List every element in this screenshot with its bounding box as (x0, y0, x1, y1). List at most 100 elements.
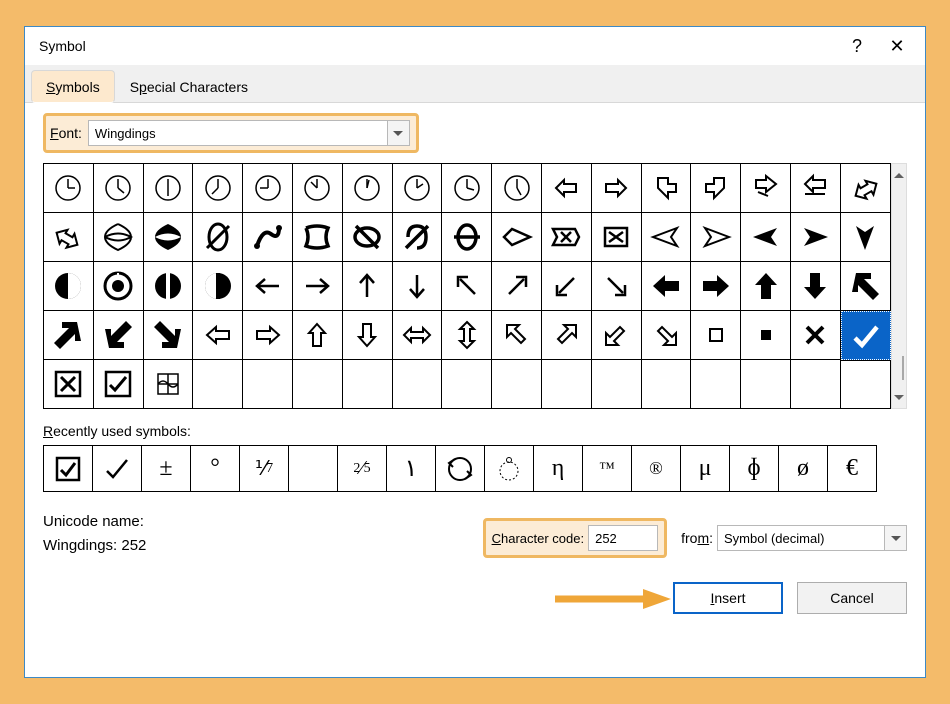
symbol-cell[interactable] (791, 164, 841, 213)
grid-scrollbar[interactable] (891, 163, 907, 409)
symbol-cell[interactable] (741, 262, 791, 311)
symbol-cell[interactable] (243, 213, 293, 262)
symbol-cell[interactable] (94, 213, 144, 262)
symbol-cell[interactable] (542, 164, 592, 213)
close-button[interactable]: ✕ (877, 27, 917, 65)
symbol-cell[interactable] (393, 164, 443, 213)
symbol-cell[interactable] (144, 213, 194, 262)
character-code-input[interactable]: 252 (588, 525, 658, 551)
symbol-cell[interactable] (642, 311, 692, 360)
symbol-cell[interactable] (442, 213, 492, 262)
symbol-grid[interactable] (43, 163, 891, 409)
recent-symbol[interactable] (289, 446, 338, 491)
symbol-cell[interactable] (144, 262, 194, 311)
symbol-cell[interactable] (442, 262, 492, 311)
tab-symbols[interactable]: Symbols (31, 70, 115, 103)
symbol-cell[interactable] (592, 164, 642, 213)
symbol-cell[interactable] (492, 164, 542, 213)
symbol-cell[interactable] (542, 311, 592, 360)
recent-symbol[interactable] (436, 446, 485, 491)
symbol-cell[interactable] (44, 262, 94, 311)
symbol-cell-empty[interactable] (393, 360, 443, 409)
recent-symbol[interactable]: ١ (387, 446, 436, 491)
scroll-thumb[interactable] (902, 356, 904, 380)
symbol-cell[interactable] (542, 262, 592, 311)
recent-symbol[interactable]: ɸ (730, 446, 779, 491)
symbol-cell[interactable] (94, 164, 144, 213)
symbol-cell-empty[interactable] (293, 360, 343, 409)
recent-symbol[interactable]: ø (779, 446, 828, 491)
recent-symbol[interactable]: ⅟7 (240, 446, 289, 491)
symbol-cell[interactable] (791, 262, 841, 311)
symbol-cell[interactable] (442, 311, 492, 360)
symbol-cell[interactable] (293, 262, 343, 311)
symbol-cell[interactable] (44, 360, 94, 409)
symbol-cell[interactable] (293, 213, 343, 262)
font-dropdown[interactable]: Wingdings (88, 120, 388, 146)
symbol-cell[interactable] (492, 311, 542, 360)
recent-symbol[interactable] (485, 446, 534, 491)
symbol-cell[interactable] (293, 164, 343, 213)
symbol-cell[interactable] (343, 262, 393, 311)
symbol-cell[interactable] (193, 164, 243, 213)
symbol-cell[interactable] (293, 311, 343, 360)
symbol-cell[interactable] (44, 311, 94, 360)
symbol-cell[interactable] (193, 311, 243, 360)
symbol-cell-empty[interactable] (691, 360, 741, 409)
symbol-cell[interactable] (94, 360, 144, 409)
symbol-cell-empty[interactable] (193, 360, 243, 409)
symbol-cell[interactable] (791, 311, 841, 360)
symbol-cell-empty[interactable] (542, 360, 592, 409)
symbol-cell[interactable] (741, 164, 791, 213)
tab-special-characters[interactable]: Special Characters (115, 70, 263, 103)
symbol-cell[interactable] (841, 262, 891, 311)
symbol-cell[interactable] (841, 164, 891, 213)
from-dropdown[interactable]: Symbol (decimal) (717, 525, 885, 551)
symbol-cell[interactable] (592, 311, 642, 360)
recent-symbol[interactable]: € (828, 446, 877, 491)
symbol-cell[interactable] (343, 311, 393, 360)
symbol-cell[interactable] (542, 213, 592, 262)
recent-symbol[interactable]: μ (681, 446, 730, 491)
symbol-cell-empty[interactable] (741, 360, 791, 409)
symbol-cell[interactable] (691, 213, 741, 262)
symbol-cell-empty[interactable] (642, 360, 692, 409)
from-dropdown-button[interactable] (885, 525, 907, 551)
symbol-cell[interactable] (144, 164, 194, 213)
symbol-cell[interactable] (393, 213, 443, 262)
symbol-cell[interactable] (691, 311, 741, 360)
recent-symbol[interactable] (93, 446, 142, 491)
recent-symbol[interactable]: ± (142, 446, 191, 491)
symbol-cell[interactable] (193, 213, 243, 262)
symbol-cell-empty[interactable] (841, 360, 891, 409)
symbol-cell-empty[interactable] (592, 360, 642, 409)
symbol-cell[interactable] (442, 164, 492, 213)
recent-symbol[interactable]: η (534, 446, 583, 491)
cancel-button[interactable]: Cancel (797, 582, 907, 614)
symbol-cell[interactable] (343, 164, 393, 213)
help-button[interactable]: ? (837, 27, 877, 65)
symbol-cell[interactable] (642, 164, 692, 213)
symbol-cell[interactable] (741, 311, 791, 360)
symbol-cell-empty[interactable] (492, 360, 542, 409)
symbol-cell[interactable] (691, 164, 741, 213)
insert-button[interactable]: Insert (673, 582, 783, 614)
symbol-cell[interactable] (144, 311, 194, 360)
symbol-cell[interactable] (193, 262, 243, 311)
symbol-cell[interactable] (44, 213, 94, 262)
symbol-cell[interactable] (243, 164, 293, 213)
recent-symbol[interactable] (44, 446, 93, 491)
symbol-cell[interactable] (642, 262, 692, 311)
symbol-cell[interactable] (343, 213, 393, 262)
symbol-cell[interactable] (492, 213, 542, 262)
symbol-cell[interactable] (144, 360, 194, 409)
symbol-cell[interactable] (44, 164, 94, 213)
symbol-cell[interactable] (642, 213, 692, 262)
symbol-cell[interactable] (393, 262, 443, 311)
scroll-up-button[interactable] (892, 164, 906, 186)
symbol-cell-empty[interactable] (442, 360, 492, 409)
recent-symbol[interactable]: 2⁄5 (338, 446, 387, 491)
symbol-cell-selected[interactable] (841, 311, 891, 360)
symbol-cell-empty[interactable] (791, 360, 841, 409)
symbol-cell[interactable] (492, 262, 542, 311)
